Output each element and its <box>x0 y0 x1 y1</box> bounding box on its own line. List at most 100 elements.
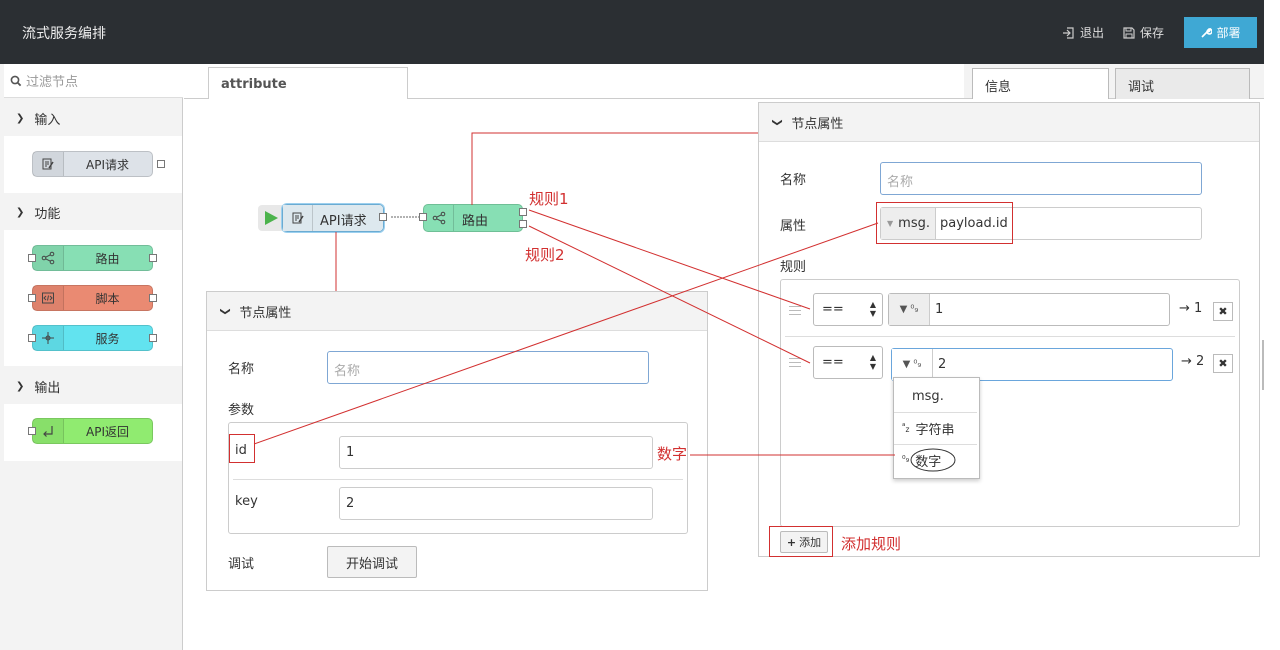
output-port[interactable] <box>157 160 165 168</box>
output-port[interactable] <box>149 294 157 302</box>
node-label: 路由 <box>462 214 489 229</box>
annotation-box-add <box>769 526 833 557</box>
palette-node-api-request[interactable]: API请求 <box>32 151 165 177</box>
filter-nodes-input[interactable]: 过滤节点 <box>4 64 183 98</box>
operator-value: == <box>822 355 844 370</box>
save-button[interactable]: 保存 <box>1122 24 1164 41</box>
annotation-box-property <box>876 202 1013 244</box>
palette-node-api-response[interactable]: API返回 <box>28 418 153 444</box>
share-icon <box>33 246 64 270</box>
flow-node-route[interactable]: 路由 <box>423 204 523 232</box>
rules-label: 规则 <box>780 260 807 275</box>
chevron-down-icon: ❯ <box>16 380 25 392</box>
deploy-button[interactable]: 部署 <box>1184 17 1257 48</box>
number-type-select[interactable]: ▼ ⁰₉ <box>892 349 933 380</box>
drag-handle-icon[interactable] <box>789 306 801 318</box>
annotation-add-rule: 添加规则 <box>841 535 902 553</box>
panel-header[interactable]: ❯ 节点属性 <box>207 292 707 331</box>
property-label: 属性 <box>780 219 807 234</box>
flow-node-api-request[interactable]: API请求 <box>282 204 384 232</box>
rule-operator-select[interactable]: == ▲ ▼ <box>813 293 883 326</box>
close-icon: ✖ <box>1218 357 1228 370</box>
category-body-input: API请求 <box>4 136 182 193</box>
tab-debug[interactable]: 调试 <box>1115 68 1250 99</box>
output-port[interactable] <box>149 334 157 342</box>
annotation-rule2: 规则2 <box>525 246 565 264</box>
api-request-output-port[interactable] <box>379 213 387 221</box>
save-icon <box>1123 26 1135 39</box>
remove-rule-button[interactable]: ✖ <box>1213 302 1233 321</box>
edit-icon <box>33 152 64 176</box>
name-label: 名称 <box>228 362 255 377</box>
sidebar-scrollbar[interactable] <box>1262 340 1264 390</box>
param-key: key <box>235 494 258 509</box>
chevron-down-icon: ❯ <box>16 112 25 124</box>
rule-output: → 2 <box>1181 354 1205 369</box>
route-output-port-1[interactable] <box>519 208 527 216</box>
number-type-select[interactable]: ▼ ⁰₉ <box>889 294 930 325</box>
number-type-icon: ⁰₉ <box>913 359 922 370</box>
param-value-input[interactable]: 2 <box>339 487 653 520</box>
node-label: API返回 <box>86 425 129 439</box>
logout-label: 退出 <box>1080 26 1105 40</box>
node-label: API请求 <box>320 214 367 229</box>
divider <box>785 336 1235 337</box>
input-port[interactable] <box>28 334 36 342</box>
canvas-node-property-panel: ❯ 节点属性 名称 名称 参数 id 1 key 2 调试 开始调试 <box>206 291 708 591</box>
deploy-label: 部署 <box>1216 26 1241 40</box>
chevron-down-icon: ❯ <box>771 117 783 127</box>
close-icon: ✖ <box>1218 305 1228 318</box>
category-body-function: 路由 脚本 服务 <box>4 230 182 366</box>
param-value-input[interactable]: 1 <box>339 436 653 469</box>
palette-node-script[interactable]: 脚本 <box>28 285 157 311</box>
category-output[interactable]: ❯ 输出 <box>4 369 182 403</box>
category-label: 功能 <box>34 206 61 222</box>
node-palette: 过滤节点 ❯ 输入 API请求 ❯ 功能 路由 脚本 服务 ❯ 输出 API返回 <box>0 64 183 650</box>
highlight-ellipse <box>910 448 956 472</box>
category-input[interactable]: ❯ 输入 <box>4 101 182 135</box>
input-port[interactable] <box>28 294 36 302</box>
app-header: 流式服务编排 退出 保存 部署 <box>0 0 1264 64</box>
workspace-tab-bar: attribute <box>184 64 964 99</box>
logout-icon <box>1063 26 1074 39</box>
save-label: 保存 <box>1140 26 1165 40</box>
filter-placeholder: 过滤节点 <box>26 75 79 90</box>
input-port[interactable] <box>28 427 36 435</box>
updown-icon: ▲ ▼ <box>869 300 876 318</box>
dropdown-option-string[interactable]: ᵃz 字符串 <box>894 412 979 444</box>
name-input[interactable]: 名称 <box>880 162 1202 195</box>
rule-operator-select[interactable]: == ▲ ▼ <box>813 346 883 379</box>
route-output-port-2[interactable] <box>519 220 527 228</box>
rule-value-input[interactable]: ▼ ⁰₉ 1 <box>888 293 1170 326</box>
drag-handle-icon[interactable] <box>789 358 801 370</box>
annotation-number: 数字 <box>657 445 688 463</box>
value-type-dropdown: msg. ᵃz 字符串 ⁰₉ 数字 <box>893 377 980 479</box>
remove-rule-button[interactable]: ✖ <box>1213 354 1233 373</box>
tab-info[interactable]: 信息 <box>972 68 1109 99</box>
input-port[interactable] <box>28 254 36 262</box>
updown-icon: ▲ ▼ <box>869 353 876 371</box>
dropdown-option-msg[interactable]: msg. <box>894 380 979 412</box>
name-input[interactable]: 名称 <box>327 351 649 384</box>
route-input-port[interactable] <box>419 213 427 221</box>
logout-button[interactable]: 退出 <box>1062 24 1104 41</box>
caret-down-icon: ▼ <box>902 359 911 370</box>
annotation-rule1: 规则1 <box>529 190 569 208</box>
inject-button[interactable] <box>258 205 284 231</box>
play-icon <box>265 211 278 225</box>
panel-title: 节点属性 <box>791 116 844 132</box>
option-label: 字符串 <box>915 422 955 438</box>
palette-node-route[interactable]: 路由 <box>28 245 157 271</box>
panel-header[interactable]: ❯ 节点属性 <box>759 103 1259 142</box>
option-label: msg. <box>912 388 944 404</box>
node-label: 路由 <box>95 252 120 266</box>
share-icon <box>424 205 454 231</box>
output-port[interactable] <box>149 254 157 262</box>
rules-list: == ▲ ▼ ▼ ⁰₉ 1 → 1 ✖ == ▲ ▼ ▼ ⁰₉ 2 → 2 ✖ <box>780 279 1240 527</box>
category-function[interactable]: ❯ 功能 <box>4 195 182 229</box>
palette-node-service[interactable]: 服务 <box>28 325 157 351</box>
tab-attribute[interactable]: attribute <box>208 67 408 99</box>
sitemap-icon <box>33 326 64 350</box>
code-icon <box>33 286 64 310</box>
start-debug-button[interactable]: 开始调试 <box>327 546 417 578</box>
